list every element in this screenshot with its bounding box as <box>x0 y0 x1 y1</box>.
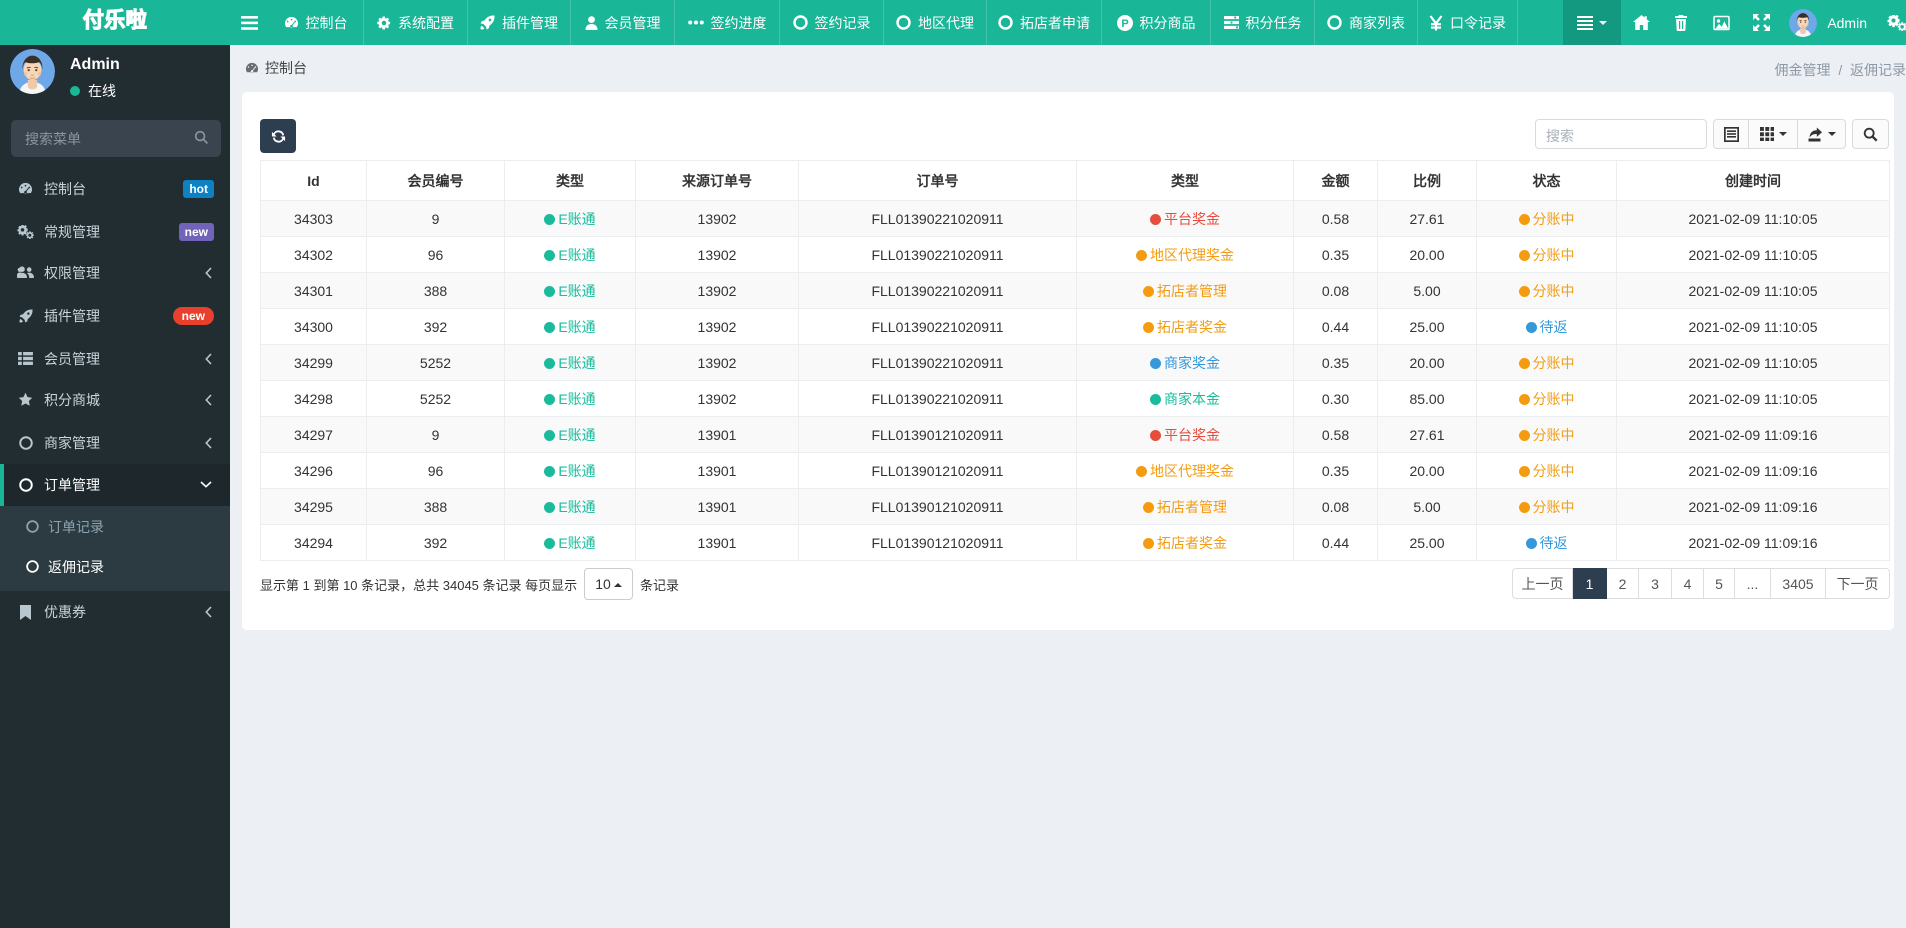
svg-text:P: P <box>1121 18 1128 30</box>
